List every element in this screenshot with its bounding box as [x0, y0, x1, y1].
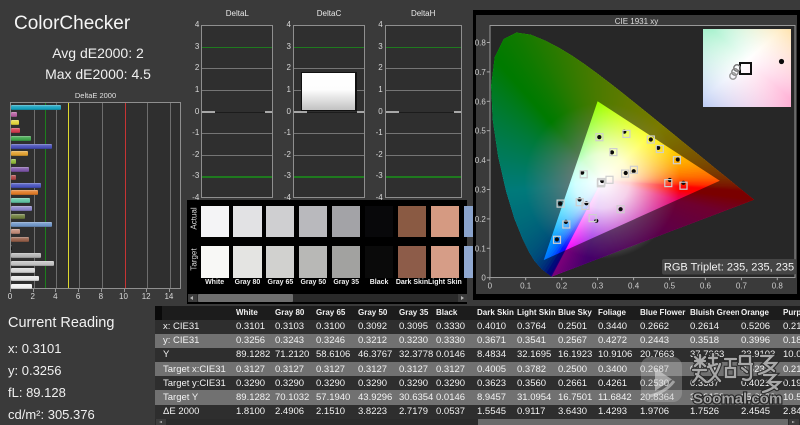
svg-text:0.7: 0.7: [736, 282, 748, 291]
svg-text:0.4: 0.4: [475, 156, 487, 165]
svg-text:0.2: 0.2: [475, 215, 487, 224]
svg-text:0.3: 0.3: [475, 186, 487, 195]
svg-text:0.3: 0.3: [592, 282, 604, 291]
svg-text:RGB Triplet: 235, 235, 235: RGB Triplet: 235, 235, 235: [664, 262, 794, 274]
svg-text:CIE 1931 xy: CIE 1931 xy: [615, 17, 659, 26]
svg-text:0: 0: [488, 282, 493, 291]
svg-text:0.4: 0.4: [628, 282, 640, 291]
svg-text:0.1: 0.1: [475, 244, 487, 253]
svg-text:0: 0: [481, 274, 486, 283]
svg-text:0.8: 0.8: [475, 39, 487, 48]
svg-text:0.8: 0.8: [772, 282, 784, 291]
svg-text:0.2: 0.2: [556, 282, 568, 291]
svg-text:0.7: 0.7: [475, 68, 487, 77]
svg-text:0.6: 0.6: [700, 282, 712, 291]
svg-text:0.5: 0.5: [664, 282, 676, 291]
svg-text:0.1: 0.1: [520, 282, 532, 291]
svg-text:0.5: 0.5: [475, 127, 487, 136]
svg-text:Soomal.com: Soomal.com: [693, 391, 782, 408]
svg-text:0.6: 0.6: [475, 97, 487, 106]
